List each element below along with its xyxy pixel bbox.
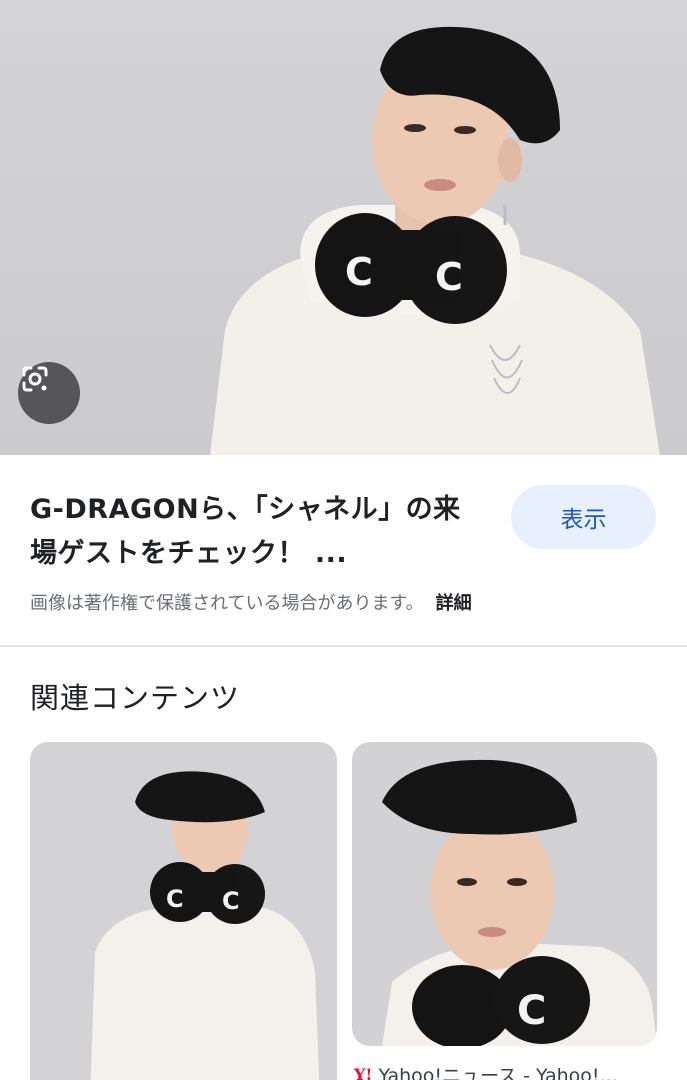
main-image[interactable]: C C xyxy=(0,0,687,455)
related-item-2[interactable]: C xyxy=(352,742,657,1046)
svg-text:C: C xyxy=(517,988,546,1034)
result-info-panel: G-DRAGONら、「シャネル」の来場ゲストをチェック！ ... 表示 画像は著… xyxy=(0,455,687,645)
related-image-1: C C xyxy=(90,771,320,1080)
svg-text:C: C xyxy=(345,250,373,294)
related-item-2-source-label: Yahoo!ニュース - Yahoo!... xyxy=(378,1065,618,1080)
related-image-2: C xyxy=(382,759,657,1046)
yahoo-logo-icon: Y! xyxy=(354,1065,373,1080)
show-button[interactable]: 表示 xyxy=(511,485,656,549)
related-content-heading: 関連コンテンツ xyxy=(30,681,241,715)
result-title[interactable]: G-DRAGONら、「シャネル」の来場ゲストをチェック！ ... xyxy=(30,488,480,576)
svg-text:C: C xyxy=(222,887,240,915)
related-item-1[interactable]: C C xyxy=(30,742,337,1080)
svg-text:C: C xyxy=(166,885,184,913)
svg-text:C: C xyxy=(435,255,463,299)
google-lens-icon xyxy=(22,366,48,392)
main-image-illustration: C C xyxy=(210,26,660,455)
related-item-2-source[interactable]: Y! Yahoo!ニュース - Yahoo!... xyxy=(354,1061,618,1080)
section-divider xyxy=(0,645,687,647)
lens-button[interactable] xyxy=(18,362,80,424)
copyright-notice-row: 画像は著作権で保護されている場合があります。 詳細 xyxy=(30,589,472,615)
copyright-notice: 画像は著作権で保護されている場合があります。 xyxy=(30,593,424,614)
details-link[interactable]: 詳細 xyxy=(436,593,472,614)
